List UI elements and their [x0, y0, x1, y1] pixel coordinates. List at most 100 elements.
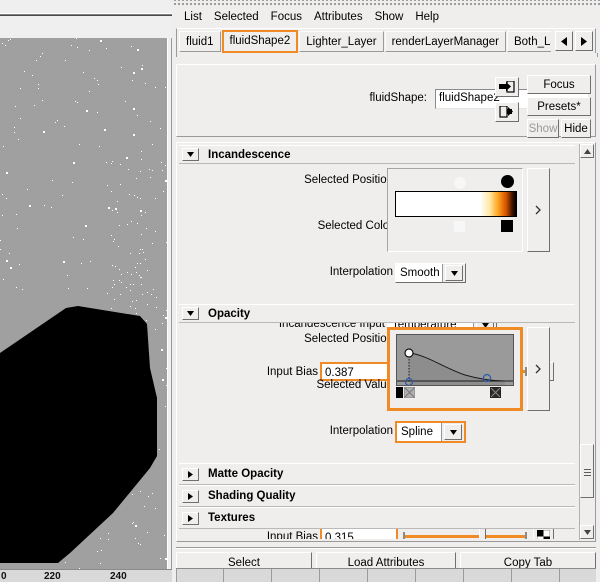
particle: [141, 215, 142, 216]
opacity-input-bias-slider[interactable]: [403, 528, 527, 539]
attribute-content: Incandescence Selected Position 0.583 Se…: [179, 145, 575, 539]
particle: [86, 110, 88, 112]
hide-button[interactable]: Hide: [561, 119, 591, 138]
chevron-down-icon: [187, 311, 194, 316]
section-header-matte-opacity[interactable]: Matte Opacity: [179, 463, 575, 485]
particle: [108, 207, 110, 209]
opacity-twisty-button[interactable]: [182, 307, 199, 320]
particle: [126, 157, 128, 159]
presets-button[interactable]: Presets*: [527, 97, 591, 116]
opacity-graph-expand-button[interactable]: [527, 327, 550, 411]
particle: [20, 118, 21, 119]
particle: [29, 205, 31, 207]
particle: [18, 139, 19, 140]
tab-scroll-arrows: [553, 31, 593, 51]
textures-twisty-button[interactable]: [182, 511, 199, 525]
particle: [141, 68, 143, 70]
panel-drag-grip[interactable]: [172, 0, 600, 7]
particle: [15, 106, 16, 107]
tab-scroll-right-button[interactable]: [575, 31, 593, 51]
particle: [113, 241, 114, 242]
tab-fluidshape2[interactable]: fluidShape2: [221, 30, 299, 53]
scroll-down-button[interactable]: [580, 525, 594, 539]
particle: [62, 195, 63, 196]
menu-item-focus[interactable]: Focus: [265, 10, 308, 24]
incandescence-twisty-button[interactable]: [182, 148, 199, 161]
menu-item-list[interactable]: List: [178, 10, 208, 24]
graph-marker-x-2[interactable]: [490, 387, 501, 398]
tab-lighter-layer[interactable]: Lighter_Layer: [299, 31, 384, 52]
ramp-marker-black-bottom[interactable]: [501, 220, 513, 232]
section-header-textures[interactable]: Textures: [179, 507, 575, 529]
particle: [77, 47, 78, 48]
graph-marker-x-1[interactable]: [404, 387, 415, 398]
incandescence-ramp-expand-button[interactable]: [527, 168, 550, 252]
slider-thumb[interactable]: [479, 528, 486, 539]
particle: [24, 71, 25, 72]
show-button: Show: [527, 119, 559, 138]
particle: [114, 239, 115, 240]
timeline-ruler-left[interactable]: 0 220 240: [0, 569, 172, 582]
particle: [9, 253, 10, 254]
section-header-shading-quality[interactable]: Shading Quality: [179, 485, 575, 507]
section-header-incandescence[interactable]: Incandescence: [179, 145, 575, 164]
ramp-marker-white-bottom[interactable]: [454, 221, 465, 232]
attribute-scrollbar[interactable]: [579, 144, 594, 540]
menu-item-attributes[interactable]: Attributes: [308, 10, 369, 24]
rail-tick: [176, 569, 177, 582]
graph-marker-black-1[interactable]: [396, 387, 403, 398]
section-title-matte-opacity: Matte Opacity: [208, 468, 284, 480]
particle: [145, 259, 146, 260]
incandescence-ramp-widget[interactable]: [387, 168, 523, 252]
particle: [112, 265, 113, 266]
particle: [142, 65, 143, 66]
menu-item-selected[interactable]: Selected: [208, 10, 265, 24]
particle: [40, 56, 41, 57]
app-window: 0 220 240 List Selected Focus Attributes…: [0, 0, 600, 582]
incandescence-color-ramp[interactable]: [395, 191, 517, 217]
triangle-up-icon: [583, 148, 591, 154]
incand-interpolation-dropdown[interactable]: Smooth: [395, 263, 466, 283]
ramp-marker-white-top[interactable]: [454, 177, 466, 189]
scrollbar-thumb[interactable]: [580, 444, 594, 498]
tab-renderlayermanager[interactable]: renderLayerManager: [384, 31, 506, 52]
particle: [51, 207, 52, 208]
timeline-tick: 220: [44, 571, 61, 582]
bottom-rail[interactable]: [176, 568, 596, 582]
chevron-down-icon-wrap: [445, 265, 463, 281]
opacity-graph-widget[interactable]: [387, 327, 523, 411]
copy-out-button[interactable]: [495, 102, 519, 122]
opacity-interpolation-dropdown[interactable]: Spline: [395, 421, 466, 443]
particle: [125, 101, 126, 102]
slider-cap-left: [403, 532, 405, 539]
menu-item-help[interactable]: Help: [409, 10, 445, 24]
particle: [77, 102, 78, 103]
particle: [133, 108, 135, 110]
particle: [89, 91, 90, 92]
viewport-canvas[interactable]: [0, 38, 167, 569]
tab-scroll-left-button[interactable]: [555, 31, 573, 51]
particle: [140, 210, 142, 212]
tab-fluid1[interactable]: fluid1: [179, 31, 221, 52]
particle: [76, 38, 77, 39]
chevron-down-icon: [449, 429, 457, 435]
node-tabs: fluid1 fluidShape2 Lighter_Layer renderL…: [179, 30, 551, 53]
menubar: List Selected Focus Attributes Show Help: [172, 7, 600, 26]
matte-opacity-twisty-button[interactable]: [182, 467, 199, 481]
particle: [81, 263, 82, 264]
load-into-editor-button[interactable]: [495, 77, 519, 97]
particle: [130, 253, 131, 254]
opacity-ramp-chart[interactable]: [396, 334, 514, 386]
ramp-marker-black-top[interactable]: [501, 175, 514, 188]
tab-both-layer[interactable]: Both_Layer: [506, 31, 551, 52]
focus-button[interactable]: Focus: [527, 75, 591, 94]
rail-tick: [319, 569, 320, 582]
texture-map-icon: [537, 530, 550, 539]
shading-quality-twisty-button[interactable]: [182, 489, 199, 503]
particle: [165, 87, 166, 88]
particle: [152, 170, 153, 171]
particle: [133, 72, 135, 74]
section-header-opacity[interactable]: Opacity: [179, 304, 575, 323]
scroll-up-button[interactable]: [580, 144, 594, 158]
menu-item-show[interactable]: Show: [369, 10, 410, 24]
